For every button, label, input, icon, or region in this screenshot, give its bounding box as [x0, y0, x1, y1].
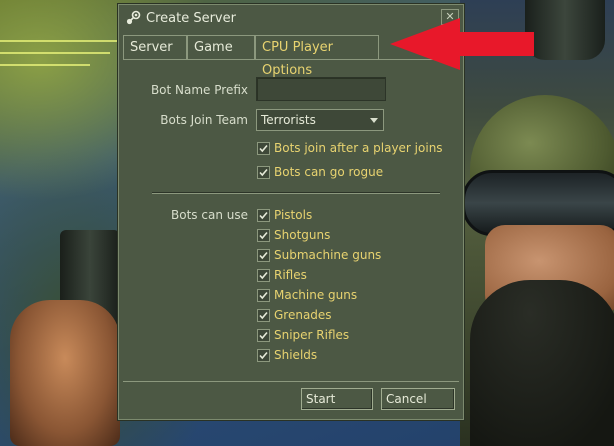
background-hand: [10, 300, 120, 446]
checkbox-label: Submachine guns: [274, 248, 382, 262]
footer-separator: [123, 381, 459, 382]
bots-join-team-value: Terrorists: [261, 113, 316, 127]
light-streak: [0, 64, 90, 66]
red-arrow-icon: [390, 18, 534, 70]
start-button-label: Start: [306, 392, 336, 406]
checkmark-icon: [259, 311, 268, 320]
light-streak: [0, 52, 110, 54]
checkbox-label: Machine guns: [274, 288, 358, 302]
cancel-button-label: Cancel: [386, 392, 427, 406]
checkbox-box[interactable]: [257, 309, 270, 322]
checkmark-icon: [259, 271, 268, 280]
light-streak: [0, 40, 130, 42]
section-divider: [152, 192, 440, 194]
cancel-button[interactable]: Cancel: [381, 388, 455, 410]
bots-can-use-label: Bots can use: [171, 208, 248, 222]
bot-name-prefix-input[interactable]: [256, 77, 386, 101]
checkbox-box[interactable]: [257, 209, 270, 222]
checkbox-box[interactable]: [257, 229, 270, 242]
tab-game[interactable]: Game: [187, 35, 255, 59]
checkbox-label: Shotguns: [274, 228, 331, 242]
tab-label: Server: [130, 40, 173, 55]
checkbox-box[interactable]: [257, 289, 270, 302]
checkbox-box[interactable]: [257, 142, 270, 155]
checkbox-box[interactable]: [257, 249, 270, 262]
window-title: Create Server: [146, 11, 236, 26]
checkbox-label: Sniper Rifles: [274, 328, 350, 342]
tab-label: Game: [194, 40, 233, 55]
tab-server[interactable]: Server: [123, 35, 187, 59]
checkbox-label: Shields: [274, 348, 318, 362]
checkmark-icon: [259, 144, 268, 153]
start-button[interactable]: Start: [301, 388, 373, 410]
checkmark-icon: [259, 168, 268, 177]
checkbox-label: Bots join after a player joins: [274, 141, 443, 155]
checkmark-icon: [259, 351, 268, 360]
steam-logo-icon: [125, 10, 141, 26]
chevron-down-icon: [370, 118, 378, 123]
checkbox-box[interactable]: [257, 166, 270, 179]
bots-join-team-label: Bots Join Team: [160, 113, 248, 127]
checkmark-icon: [259, 291, 268, 300]
checkmark-icon: [259, 231, 268, 240]
checkbox-box[interactable]: [257, 269, 270, 282]
checkbox-box[interactable]: [257, 329, 270, 342]
checkbox-label: Pistols: [274, 208, 313, 222]
soldier-mask: [470, 280, 614, 446]
bot-name-prefix-label: Bot Name Prefix: [150, 83, 248, 97]
checkmark-icon: [259, 211, 268, 220]
background-rifle: [525, 0, 605, 60]
checkmark-icon: [259, 251, 268, 260]
bots-join-team-dropdown[interactable]: Terrorists: [256, 109, 384, 131]
checkmark-icon: [259, 331, 268, 340]
checkbox-label: Bots can go rogue: [274, 165, 384, 179]
tab-cpu-player-options[interactable]: CPU Player Options: [255, 35, 379, 78]
checkbox-label: Rifles: [274, 268, 307, 282]
checkbox-box[interactable]: [257, 349, 270, 362]
checkbox-label: Grenades: [274, 308, 332, 322]
